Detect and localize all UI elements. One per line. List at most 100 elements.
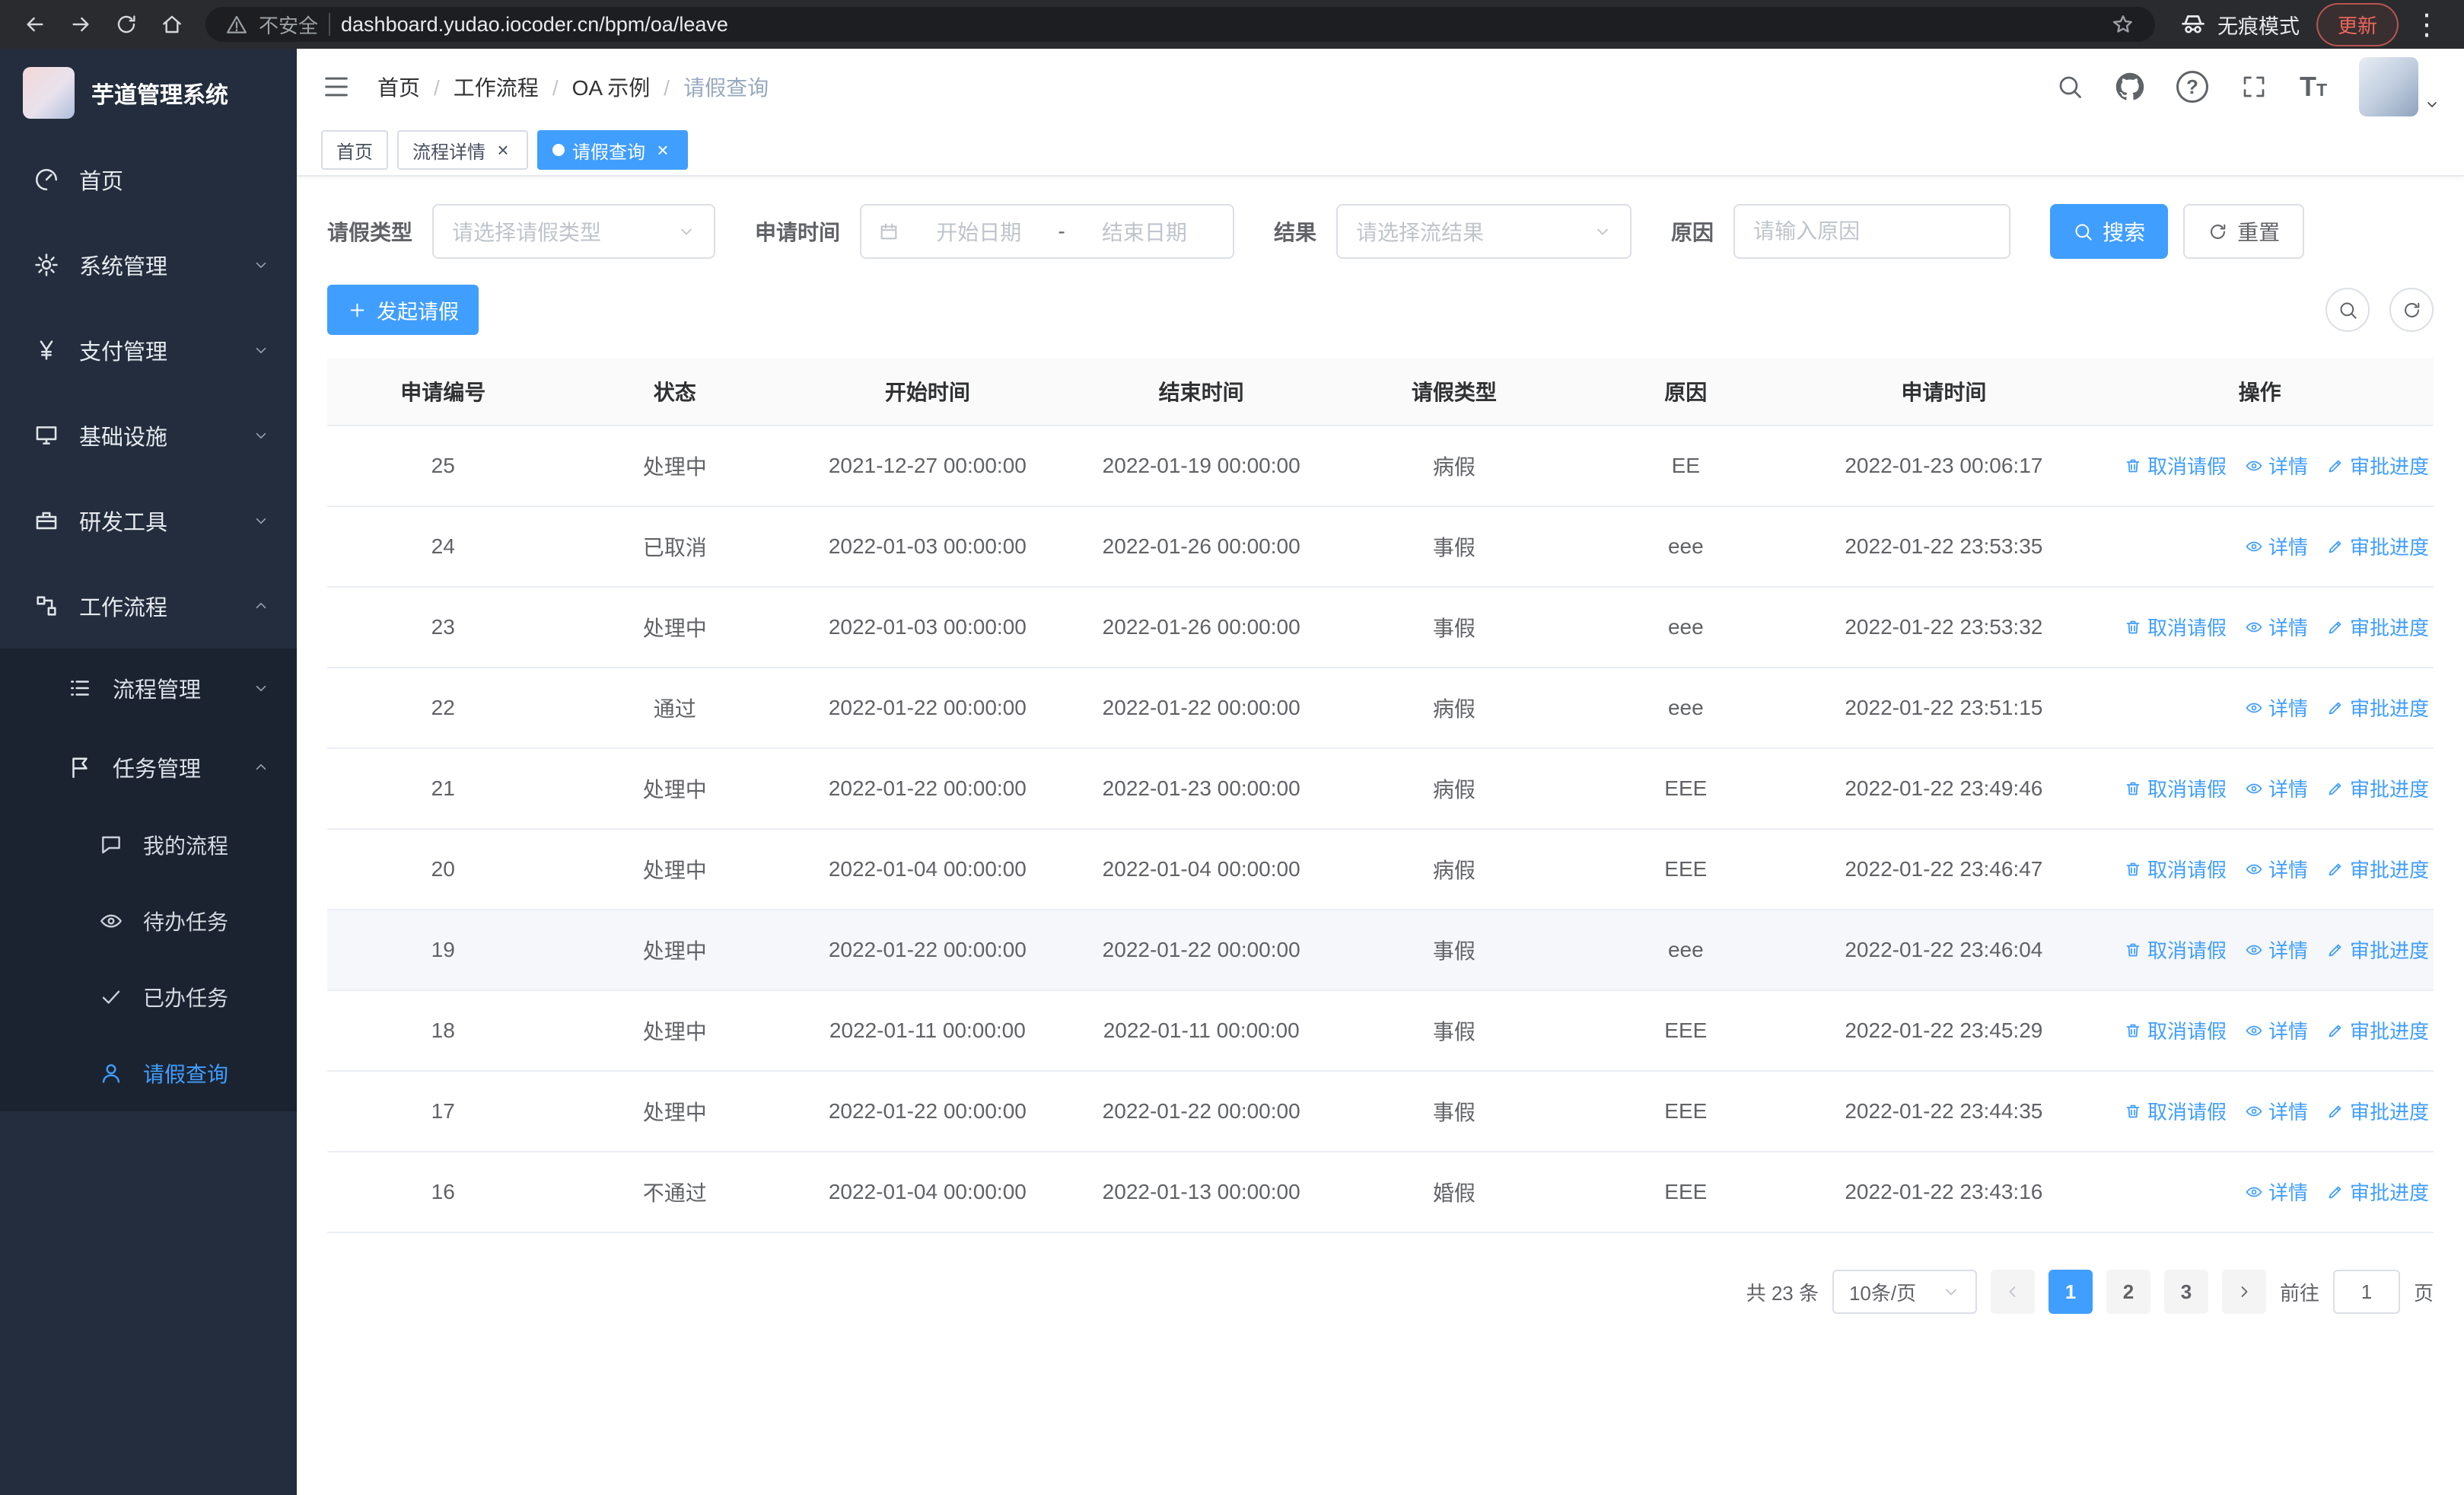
home-icon xyxy=(160,12,184,37)
refresh-table-button[interactable] xyxy=(2389,288,2434,332)
view-tab[interactable]: 流程详情 × xyxy=(397,130,528,170)
bookmark-star-icon[interactable] xyxy=(2111,12,2135,37)
progress-action-link[interactable]: 审批进度 xyxy=(2326,774,2429,802)
detail-action-link[interactable]: 详情 xyxy=(2245,1178,2308,1206)
menu-icon xyxy=(99,1061,123,1085)
detail-action-link[interactable]: 详情 xyxy=(2245,855,2308,883)
sidebar-menu-item[interactable]: 支付管理 xyxy=(0,308,297,393)
reset-button[interactable]: 重置 xyxy=(2183,204,2305,259)
sidebar-menu-item[interactable]: 首页 xyxy=(0,137,297,222)
help-icon[interactable]: ? xyxy=(2176,71,2208,103)
cell-actions: 取消请假 详情 审批进度 xyxy=(2086,587,2434,668)
sidebar-menu-item[interactable]: 工作流程 xyxy=(0,563,297,649)
menu-label: 研发工具 xyxy=(79,511,168,535)
cell-end: 2022-01-13 00:00:00 xyxy=(1064,1152,1339,1233)
user-menu[interactable] xyxy=(2359,57,2440,116)
browser-home-button[interactable] xyxy=(152,5,192,44)
page-number-button[interactable]: 3 xyxy=(2163,1270,2208,1314)
apply-time-range-picker[interactable]: 开始日期 - 结束日期 xyxy=(860,204,1235,259)
detail-action-link[interactable]: 详情 xyxy=(2245,613,2308,641)
create-leave-button[interactable]: 发起请假 xyxy=(327,285,479,335)
browser-chrome: 不安全 dashboard.yudao.iocoder.cn/bpm/oa/le… xyxy=(0,0,2464,49)
detail-action-link[interactable]: 详情 xyxy=(2245,1097,2308,1125)
goto-page-input[interactable] xyxy=(2332,1270,2400,1314)
cancel-action-link[interactable]: 取消请假 xyxy=(2124,855,2227,883)
header-search-icon[interactable] xyxy=(2056,73,2084,100)
browser-forward-button[interactable] xyxy=(61,5,100,44)
progress-action-link[interactable]: 审批进度 xyxy=(2326,532,2429,560)
cancel-action-link[interactable]: 取消请假 xyxy=(2124,1016,2227,1044)
result-select[interactable]: 请选择流结果 xyxy=(1336,204,1632,259)
security-chip[interactable]: 不安全 xyxy=(259,11,318,39)
cancel-action-link[interactable]: 取消请假 xyxy=(2124,613,2227,641)
detail-action-link[interactable]: 详情 xyxy=(2245,693,2308,722)
breadcrumb-item[interactable]: 首页 xyxy=(377,72,454,102)
cell-id: 20 xyxy=(327,829,559,910)
trash-icon xyxy=(2124,779,2142,798)
cell-start: 2022-01-22 00:00:00 xyxy=(790,910,1065,991)
page-number-button[interactable]: 2 xyxy=(2106,1270,2150,1314)
sidebar-menu-item[interactable]: 系统管理 xyxy=(0,222,297,308)
app-logo[interactable]: 芋道管理系统 xyxy=(0,49,297,137)
url-text[interactable]: dashboard.yudao.iocoder.cn/bpm/oa/leave xyxy=(341,13,728,37)
browser-reload-button[interactable] xyxy=(107,5,146,44)
breadcrumb-item[interactable]: 工作流程 xyxy=(454,72,572,102)
sidebar-leaf-item[interactable]: 已办任务 xyxy=(0,959,297,1035)
detail-action-link[interactable]: 详情 xyxy=(2245,936,2308,964)
cancel-action-link[interactable]: 取消请假 xyxy=(2124,1097,2227,1125)
cell-end: 2022-01-26 00:00:00 xyxy=(1064,587,1339,668)
detail-action-link[interactable]: 详情 xyxy=(2245,774,2308,802)
cancel-action-link[interactable]: 取消请假 xyxy=(2124,451,2227,480)
cancel-action-link[interactable]: 取消请假 xyxy=(2124,774,2227,802)
search-button[interactable]: 搜索 xyxy=(2050,204,2169,259)
sidebar-leaf-item[interactable]: 我的流程 xyxy=(0,807,297,883)
sidebar-menu-item[interactable]: 基础设施 xyxy=(0,393,297,478)
browser-back-button[interactable] xyxy=(15,5,55,44)
cell-actions: 取消请假 详情 审批进度 xyxy=(2086,1071,2434,1152)
progress-action-link[interactable]: 审批进度 xyxy=(2326,936,2429,964)
goto-label: 前往 xyxy=(2279,1281,2319,1305)
progress-action-link[interactable]: 审批进度 xyxy=(2326,451,2429,480)
progress-action-link[interactable]: 审批进度 xyxy=(2326,1097,2429,1125)
leave-type-select[interactable]: 请选择请假类型 xyxy=(432,204,716,259)
user-avatar[interactable] xyxy=(2359,57,2418,116)
fullscreen-icon[interactable] xyxy=(2240,73,2268,100)
browser-update-button[interactable]: 更新 xyxy=(2316,2,2399,46)
detail-action-link[interactable]: 详情 xyxy=(2245,451,2308,480)
url-bar[interactable]: 不安全 dashboard.yudao.iocoder.cn/bpm/oa/le… xyxy=(205,7,2155,42)
prev-page-button[interactable] xyxy=(1990,1270,2035,1314)
detail-action-link[interactable]: 详情 xyxy=(2245,1016,2308,1044)
tab-close-icon[interactable]: × xyxy=(493,140,513,160)
cell-type: 病假 xyxy=(1338,829,1571,910)
breadcrumb-item[interactable]: OA 示例 xyxy=(572,72,683,102)
progress-action-link[interactable]: 审批进度 xyxy=(2326,693,2429,722)
sidebar-menu-item[interactable]: 研发工具 xyxy=(0,478,297,563)
progress-action-link[interactable]: 审批进度 xyxy=(2326,1016,2429,1044)
sidebar-leaf-item[interactable]: 待办任务 xyxy=(0,883,297,959)
sidebar-leaf-item[interactable]: 请假查询 xyxy=(0,1035,297,1111)
cell-end: 2022-01-04 00:00:00 xyxy=(1064,829,1339,910)
progress-action-link[interactable]: 审批进度 xyxy=(2326,1178,2429,1206)
detail-action-link[interactable]: 详情 xyxy=(2245,532,2308,560)
page-size-select[interactable]: 10条/页 xyxy=(1832,1270,1977,1314)
progress-action-link[interactable]: 审批进度 xyxy=(2326,855,2429,883)
reason-input[interactable] xyxy=(1733,204,2011,259)
view-tab[interactable]: 首页 × xyxy=(321,130,388,170)
sidebar-submenu-item[interactable]: 任务管理 xyxy=(0,728,297,807)
breadcrumb-item[interactable]: 请假查询 xyxy=(683,72,769,102)
toggle-search-button[interactable] xyxy=(2326,288,2370,332)
view-tab[interactable]: 请假查询 × xyxy=(537,130,688,170)
next-page-button[interactable] xyxy=(2221,1270,2266,1314)
browser-menu-icon[interactable]: ⋮ xyxy=(2405,8,2449,42)
menu-icon xyxy=(99,985,123,1009)
sidebar-toggle-icon[interactable] xyxy=(321,72,352,102)
progress-action-link[interactable]: 审批进度 xyxy=(2326,613,2429,641)
chevron-left-icon xyxy=(2004,1283,2022,1301)
cancel-action-link[interactable]: 取消请假 xyxy=(2124,936,2227,964)
tab-close-icon[interactable]: × xyxy=(653,140,673,160)
sidebar-submenu-item[interactable]: 流程管理 xyxy=(0,649,297,728)
github-icon[interactable] xyxy=(2115,72,2144,101)
page-number-button[interactable]: 1 xyxy=(2048,1270,2093,1314)
font-size-icon[interactable]: TT xyxy=(2300,73,2327,100)
reset-button-label: 重置 xyxy=(2237,221,2281,244)
